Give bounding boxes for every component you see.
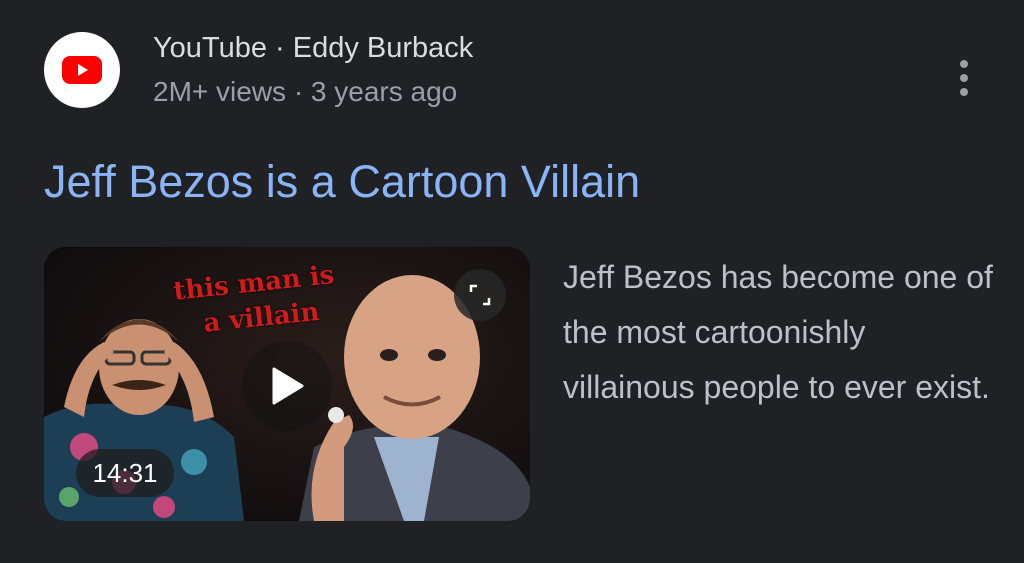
duration-badge: 14:31: [76, 449, 174, 497]
fullscreen-icon[interactable]: [454, 269, 506, 321]
play-button[interactable]: [242, 341, 332, 431]
more-vert-icon[interactable]: [949, 58, 979, 98]
meta-line: 2M+ views · 3 years ago: [153, 76, 458, 107]
result-snippet: Jeff Bezos has become one of the most ca…: [563, 259, 993, 405]
play-icon: [272, 367, 304, 405]
youtube-avatar[interactable]: [44, 32, 120, 108]
result-title[interactable]: Jeff Bezos is a Cartoon Villain: [44, 154, 640, 210]
video-thumbnail[interactable]: this man is a villain 14:31: [44, 247, 530, 521]
source-line[interactable]: YouTube · Eddy Burback: [153, 31, 473, 65]
youtube-logo-icon: [62, 56, 102, 84]
